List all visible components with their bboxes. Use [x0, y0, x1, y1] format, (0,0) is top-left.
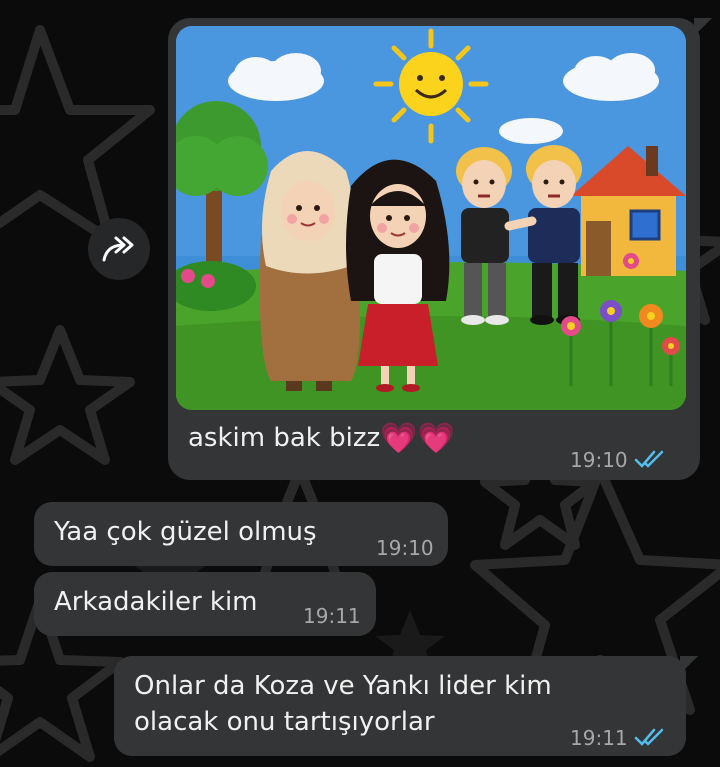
message-text: Arkadakiler kim [54, 587, 258, 617]
outgoing-image-message[interactable]: askim bak bizz 💗💗 19:10 [168, 18, 712, 480]
message-text-line-1: Onlar da Koza ve Yankı lider kim [134, 671, 552, 701]
message-time: 19:11 [303, 604, 361, 628]
forward-button[interactable] [88, 218, 150, 280]
caption-text: askim bak bizz [188, 423, 381, 453]
incoming-message[interactable]: Yaa çok güzel olmuş 19:10 [34, 502, 448, 566]
message-time: 19:10 [376, 536, 434, 560]
outgoing-message[interactable]: Onlar da Koza ve Yankı lider kim olacak … [114, 656, 698, 756]
forward-arrow-icon [102, 236, 134, 262]
drawing-illustration [176, 26, 686, 410]
bubble-tail [694, 18, 712, 36]
heart-emoji: 💗💗 [380, 420, 455, 456]
double-check-icon [634, 728, 664, 746]
message-text-line-2: olacak onu tartışıyorlar [134, 707, 435, 737]
bubble-tail [680, 656, 698, 674]
message-text: Yaa çok güzel olmuş [54, 517, 317, 547]
incoming-message[interactable]: Arkadakiler kim 19:11 [34, 572, 376, 636]
double-check-icon [634, 450, 664, 468]
shared-drawing-image[interactable] [176, 26, 686, 410]
message-time: 19:11 [570, 726, 628, 750]
message-time: 19:10 [570, 448, 628, 472]
image-caption: askim bak bizz 💗💗 [188, 420, 455, 456]
